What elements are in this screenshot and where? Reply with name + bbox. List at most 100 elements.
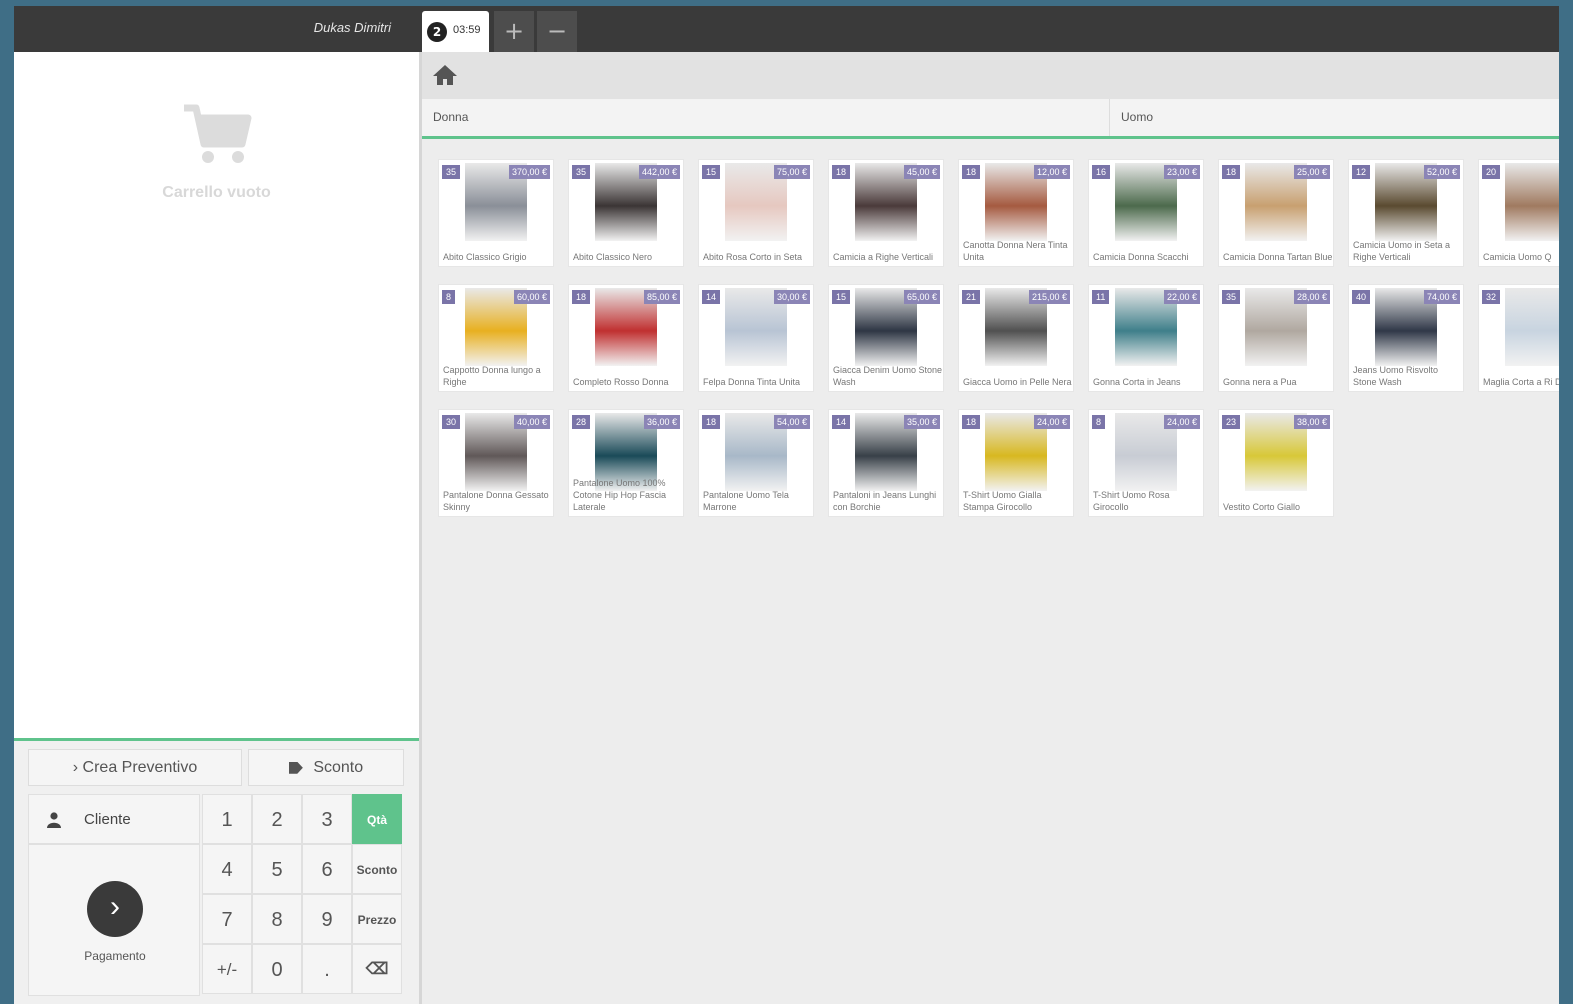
product-stock-badge: 14 <box>832 415 851 429</box>
product-name: Pantalone Uomo 100% Cotone Hip Hop Fasci… <box>573 478 667 512</box>
product-price-badge: 442,00 € <box>638 165 680 179</box>
price-mode-button[interactable]: Prezzo <box>352 894 402 944</box>
key-0[interactable]: 0 <box>252 944 302 994</box>
product-name: Camicia Uomo in Seta a Righe Verticali <box>1353 240 1451 262</box>
product-stock-badge: 18 <box>1222 165 1241 179</box>
product-card[interactable]: 11 22,00 € Gonna Corta in Jeans <box>1088 284 1204 392</box>
product-grid: 35 370,00 € Abito Classico Grigio 35 442,00 … <box>422 139 1559 1004</box>
product-price-badge: 45,00 € <box>903 165 940 179</box>
product-price-badge: 52,00 € <box>1423 165 1460 179</box>
product-stock-badge: 23 <box>1222 415 1241 429</box>
product-stock-badge: 20 <box>1482 165 1501 179</box>
product-price-badge: 38,00 € <box>1293 415 1330 429</box>
product-card[interactable]: 8 24,00 € T-Shirt Uomo Rosa Girocollo <box>1088 409 1204 517</box>
product-card[interactable]: 18 12,00 € Canotta Donna Nera Tinta Unita <box>958 159 1074 267</box>
order-timer: 03:59 <box>453 24 481 36</box>
key-3[interactable]: 3 <box>302 794 352 844</box>
product-stock-badge: 35 <box>442 165 461 179</box>
product-price-badge: 23,00 € <box>1163 165 1200 179</box>
remove-order-button[interactable]: − <box>537 11 577 52</box>
user-name[interactable]: Dukas Dimitri <box>314 20 391 35</box>
product-price-badge: 65,00 € <box>903 290 940 304</box>
top-bar: Dukas Dimitri 2 03:59 + − <box>14 6 1559 52</box>
product-card[interactable]: 18 85,00 € Completo Rosso Donna <box>568 284 684 392</box>
product-stock-badge: 18 <box>832 165 851 179</box>
key-7[interactable]: 7 <box>202 894 252 944</box>
product-name: Completo Rosso Donna <box>573 377 669 387</box>
key-6[interactable]: 6 <box>302 844 352 894</box>
discount-label: Sconto <box>313 759 364 776</box>
product-card[interactable]: 14 30,00 € Felpa Donna Tinta Unita <box>698 284 814 392</box>
key-8[interactable]: 8 <box>252 894 302 944</box>
product-card[interactable]: 205Camicia Uomo Q <box>1478 159 1559 267</box>
product-name: Abito Classico Nero <box>573 252 653 262</box>
discount-button[interactable]: Sconto <box>248 749 404 786</box>
product-card[interactable]: 12 52,00 € Camicia Uomo in Seta a Righe Ve… <box>1348 159 1464 267</box>
discount-mode-button[interactable]: Sconto <box>352 844 402 894</box>
product-card[interactable]: 35 28,00 € Gonna nera a Pua <box>1218 284 1334 392</box>
product-name: Pantaloni in Jeans Lunghi con Borchie <box>833 490 937 512</box>
product-stock-badge: 35 <box>572 165 591 179</box>
product-card[interactable]: 40 74,00 € Jeans Uomo Risvolto Stone Wash <box>1348 284 1464 392</box>
product-card[interactable]: 21 215,00 € Giacca Uomo in Pelle Nera <box>958 284 1074 392</box>
category-bar: Donna Uomo <box>422 99 1559 139</box>
category-tab-uomo[interactable]: Uomo <box>1110 99 1559 136</box>
category-tab-donna[interactable]: Donna <box>422 99 1110 136</box>
customer-button[interactable]: Cliente <box>28 794 200 844</box>
product-stock-badge: 35 <box>1222 290 1241 304</box>
backspace-icon[interactable]: ⌫ <box>352 944 402 994</box>
product-card[interactable]: 15 65,00 € Giacca Denim Uomo Stone Wash <box>828 284 944 392</box>
product-card[interactable]: 18 54,00 € Pantalone Uomo Tela Marrone <box>698 409 814 517</box>
create-quote-label: Crea Preventivo <box>82 759 198 776</box>
product-price-badge: 54,00 € <box>773 415 810 429</box>
quantity-mode-button[interactable]: Qtà <box>352 794 402 844</box>
product-card[interactable]: 18 25,00 € Camicia Donna Tartan Blue <box>1218 159 1334 267</box>
product-name: Vestito Corto Giallo <box>1223 502 1301 512</box>
product-stock-badge: 18 <box>962 415 981 429</box>
product-price-badge: 85,00 € <box>643 290 680 304</box>
product-name: Camicia a Righe Verticali <box>833 252 934 262</box>
product-card[interactable]: 30 40,00 € Pantalone Donna Gessato Skinny <box>438 409 554 517</box>
add-order-button[interactable]: + <box>494 11 534 52</box>
payment-button[interactable]: › Pagamento <box>28 844 200 996</box>
create-quote-button[interactable]: › Crea Preventivo <box>28 749 242 786</box>
product-card[interactable]: 14 35,00 € Pantaloni in Jeans Lunghi con B… <box>828 409 944 517</box>
product-name: Felpa Donna Tinta Unita <box>703 377 801 387</box>
product-stock-badge: 18 <box>962 165 981 179</box>
products-panel: Donna Uomo 35 370,00 € Abito Classico Grig… <box>422 52 1559 1004</box>
product-card[interactable]: 8 60,00 € Cappotto Donna lungo a Righe <box>438 284 554 392</box>
product-card[interactable]: 18 24,00 € T-Shirt Uomo Gialla Stampa Giro… <box>958 409 1074 517</box>
key-4[interactable]: 4 <box>202 844 252 894</box>
product-stock-badge: 12 <box>1352 165 1371 179</box>
chevron-right-icon: › <box>87 881 143 937</box>
product-card[interactable]: 23 38,00 € Vestito Corto Giallo <box>1218 409 1334 517</box>
product-price-badge: 60,00 € <box>513 290 550 304</box>
product-stock-badge: 15 <box>832 290 851 304</box>
product-name: Camicia Donna Scacchi <box>1093 252 1189 262</box>
product-stock-badge: 21 <box>962 290 981 304</box>
order-tab[interactable]: 2 03:59 <box>422 11 489 52</box>
key-decimal[interactable]: . <box>302 944 352 994</box>
product-price-badge: 35,00 € <box>903 415 940 429</box>
product-stock-badge: 8 <box>1092 415 1106 429</box>
product-card[interactable]: 18 45,00 € Camicia a Righe Verticali <box>828 159 944 267</box>
key-5[interactable]: 5 <box>252 844 302 894</box>
product-card[interactable]: 15 75,00 € Abito Rosa Corto in Seta <box>698 159 814 267</box>
product-card[interactable]: 321Maglia Corta a Ri Donna <box>1478 284 1559 392</box>
product-name: Pantalone Uomo Tela Marrone <box>703 490 789 512</box>
home-icon[interactable] <box>432 64 458 86</box>
product-card[interactable]: 35 442,00 € Abito Classico Nero <box>568 159 684 267</box>
product-name: Giacca Denim Uomo Stone Wash <box>833 365 943 387</box>
product-card[interactable]: 16 23,00 € Camicia Donna Scacchi <box>1088 159 1204 267</box>
customer-label: Cliente <box>84 811 131 828</box>
product-name: Gonna nera a Pua <box>1223 377 1297 387</box>
product-card[interactable]: 28 36,00 € Pantalone Uomo 100% Cotone Hip … <box>568 409 684 517</box>
product-image <box>1505 288 1559 366</box>
key-2[interactable]: 2 <box>252 794 302 844</box>
product-name: Camicia Donna Tartan Blue <box>1223 252 1333 262</box>
key-1[interactable]: 1 <box>202 794 252 844</box>
product-stock-badge: 15 <box>702 165 721 179</box>
product-card[interactable]: 35 370,00 € Abito Classico Grigio <box>438 159 554 267</box>
key-plus-minus[interactable]: +/- <box>202 944 252 994</box>
key-9[interactable]: 9 <box>302 894 352 944</box>
